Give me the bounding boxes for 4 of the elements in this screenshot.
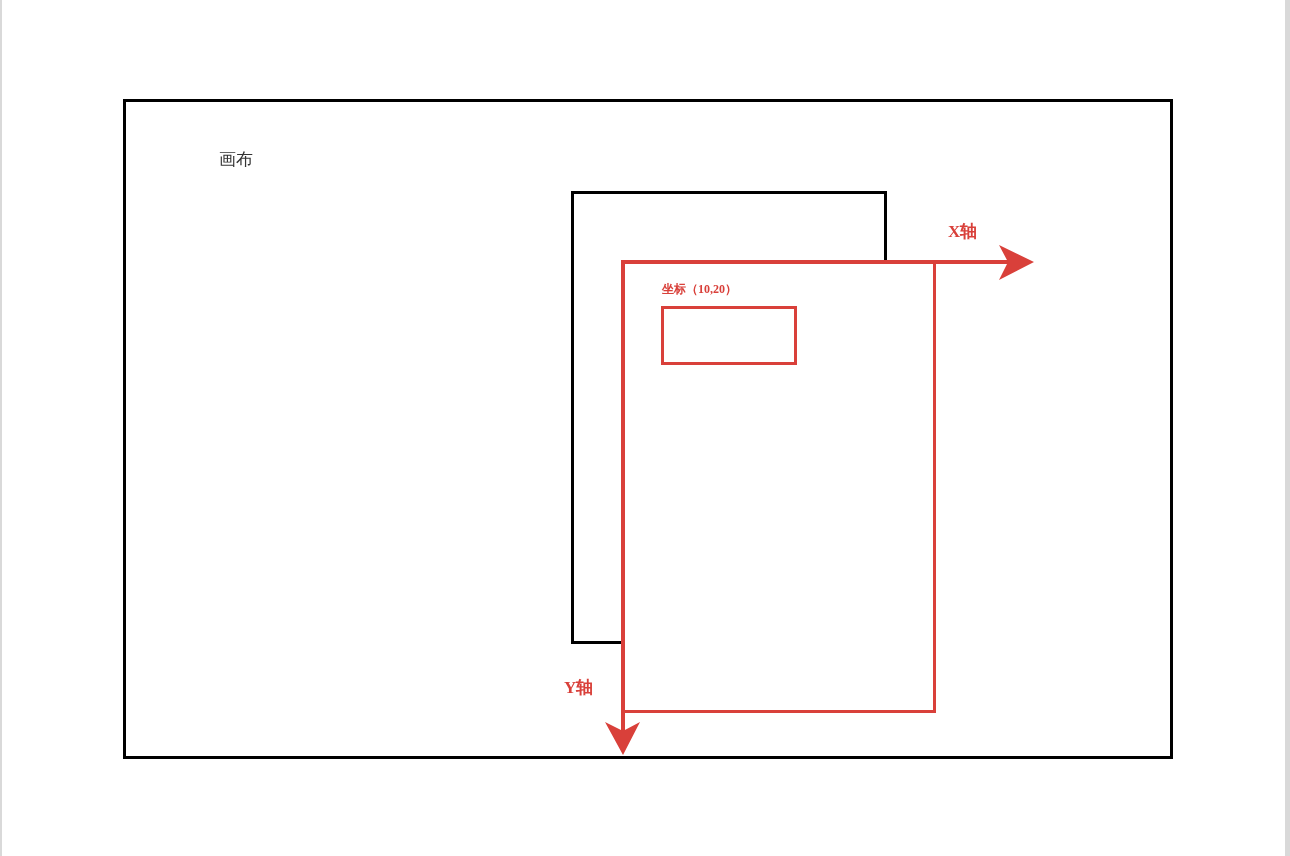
coordinate-label: 坐标（10,20） [662, 281, 737, 298]
canvas-label: 画布 [219, 149, 253, 171]
y-axis-label: Y轴 [564, 677, 594, 699]
x-axis-label: X轴 [948, 221, 978, 243]
